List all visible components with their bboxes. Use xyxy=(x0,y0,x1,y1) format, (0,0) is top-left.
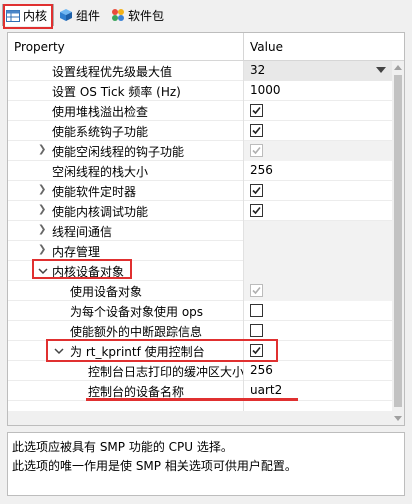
row-memory-group[interactable]: ❯ 内存管理 xyxy=(8,241,392,261)
idle-stack-field[interactable]: 256 xyxy=(243,161,392,181)
value-cell xyxy=(243,341,392,361)
header-value[interactable]: Value xyxy=(250,40,283,54)
row-label: 使能空闲线程的钩子功能 xyxy=(52,145,185,159)
system-hook-checkbox[interactable] xyxy=(250,124,263,137)
description-line-1: 此选项应被具有 SMP 功能的 CPU 选择。 xyxy=(12,440,233,454)
kprintf-console-checkbox[interactable] xyxy=(250,344,263,357)
row-device-object-group[interactable]: 内核设备对象 xyxy=(8,261,392,281)
field-value: 1000 xyxy=(250,83,281,97)
chevron-right-icon[interactable]: ❯ xyxy=(38,185,48,195)
field-value: 256 xyxy=(250,163,273,177)
stack-check-checkbox[interactable] xyxy=(250,104,263,117)
priority-dropdown[interactable]: 32 xyxy=(243,61,392,81)
row-label: 使用堆栈溢出检查 xyxy=(52,105,149,119)
dropdown-value: 32 xyxy=(250,63,266,77)
row-label: 使能额外的中断跟踪信息 xyxy=(70,325,203,339)
package-blocks-icon xyxy=(111,8,125,22)
chevron-right-icon[interactable]: ❯ xyxy=(38,205,48,215)
row-soft-timer[interactable]: ❯ 使能软件定时器 xyxy=(8,181,392,201)
value-cell xyxy=(243,141,392,161)
row-label: 使能系统钩子功能 xyxy=(52,125,149,139)
soft-timer-checkbox[interactable] xyxy=(250,184,263,197)
row-idle-hook[interactable]: ❯ 使能空闲线程的钩子功能 xyxy=(8,141,392,161)
row-label: 使能软件定时器 xyxy=(52,185,137,199)
interrupt-trace-checkbox[interactable] xyxy=(250,324,263,337)
tab-kernel[interactable]: 内核 xyxy=(2,4,54,26)
value-cell xyxy=(243,221,392,241)
kernel-table-icon xyxy=(6,9,20,23)
chevron-right-icon[interactable]: ❯ xyxy=(38,145,48,155)
chevron-right-icon[interactable]: ❯ xyxy=(38,245,48,255)
vertical-scrollbar[interactable] xyxy=(392,61,404,425)
value-cell xyxy=(243,101,392,121)
chevron-down-icon[interactable] xyxy=(54,346,64,356)
value-cell xyxy=(243,181,392,201)
row-stack-overflow-check[interactable]: 使用堆栈溢出检查 xyxy=(8,101,392,121)
tab-components-label: 组件 xyxy=(76,8,101,23)
row-label: 内存管理 xyxy=(52,245,101,259)
console-buffer-field[interactable]: 256 xyxy=(243,361,392,381)
row-idle-stack-size[interactable]: 空闲线程的栈大小 256 xyxy=(8,161,392,181)
field-value: 256 xyxy=(250,363,273,377)
value-cell xyxy=(243,281,392,301)
row-label: 使能内核调试功能 xyxy=(52,205,149,219)
chevron-down-icon xyxy=(376,67,386,73)
row-label: 线程间通信 xyxy=(52,225,113,239)
value-cell xyxy=(243,321,392,341)
value-cell xyxy=(243,301,392,321)
device-ops-checkbox[interactable] xyxy=(250,304,263,317)
os-tick-field[interactable]: 1000 xyxy=(243,81,392,101)
tab-bar: 内核 组件 软件包 xyxy=(0,0,412,32)
row-label: 内核设备对象 xyxy=(52,265,125,279)
tab-packages[interactable]: 软件包 xyxy=(108,4,188,26)
column-divider[interactable] xyxy=(243,33,244,60)
value-cell xyxy=(243,261,392,281)
row-ipc-group[interactable]: ❯ 线程间通信 xyxy=(8,221,392,241)
row-label: 空闲线程的栈大小 xyxy=(52,165,149,179)
row-thread-priority-max[interactable]: 设置线程优先级最大值 32 xyxy=(8,61,392,81)
scroll-thumb[interactable] xyxy=(394,75,402,407)
header-property[interactable]: Property xyxy=(14,40,65,54)
scroll-up-icon[interactable] xyxy=(394,65,402,70)
table-header: Property Value xyxy=(8,33,404,61)
row-label: 设置 OS Tick 频率 (Hz) xyxy=(52,85,181,99)
scroll-down-icon[interactable] xyxy=(394,416,402,421)
value-cell xyxy=(243,201,392,221)
tab-packages-label: 软件包 xyxy=(128,8,165,23)
horizontal-scrollbar[interactable] xyxy=(8,411,392,425)
row-os-tick[interactable]: 设置 OS Tick 频率 (Hz) 1000 xyxy=(8,81,392,101)
value-cell xyxy=(243,121,392,141)
value-cell xyxy=(243,241,392,261)
row-interrupt-trace[interactable]: 使能额外的中断跟踪信息 xyxy=(8,321,392,341)
annotation-underline-device-name xyxy=(86,398,298,401)
description-line-2: 此选项的唯一作用是使 SMP 相关选项可供用户配置。 xyxy=(12,459,297,473)
row-system-hook[interactable]: 使能系统钩子功能 xyxy=(8,121,392,141)
row-kernel-debug[interactable]: ❯ 使能内核调试功能 xyxy=(8,201,392,221)
row-kprintf-console[interactable]: 为 rt_kprintf 使用控制台 xyxy=(8,341,392,361)
kernel-debug-checkbox[interactable] xyxy=(250,204,263,217)
idle-hook-checkbox xyxy=(250,144,263,157)
row-use-device-object[interactable]: 使用设备对象 xyxy=(8,281,392,301)
description-panel: 此选项应被具有 SMP 功能的 CPU 选择。 此选项的唯一作用是使 SMP 相… xyxy=(7,432,405,496)
use-device-checkbox xyxy=(250,284,263,297)
property-panel: Property Value 设置线程优先级最大值 32 设置 OS Tick … xyxy=(7,32,405,426)
chevron-down-icon[interactable] xyxy=(38,266,48,276)
row-label: 为 rt_kprintf 使用控制台 xyxy=(70,345,205,359)
row-label: 设置线程优先级最大值 xyxy=(52,65,173,79)
row-label: 为每个设备对象使用 ops xyxy=(70,305,204,319)
row-label: 控制台日志打印的缓冲区大小 xyxy=(88,365,245,379)
row-device-ops[interactable]: 为每个设备对象使用 ops xyxy=(8,301,392,321)
row-console-buffer-size[interactable]: 控制台日志打印的缓冲区大小 256 xyxy=(8,361,392,381)
component-cube-icon xyxy=(59,8,73,22)
field-value: uart2 xyxy=(250,383,283,397)
tab-kernel-label: 内核 xyxy=(23,9,48,23)
tab-components[interactable]: 组件 xyxy=(56,4,108,26)
chevron-right-icon[interactable]: ❯ xyxy=(38,225,48,235)
row-label: 使用设备对象 xyxy=(70,285,143,299)
